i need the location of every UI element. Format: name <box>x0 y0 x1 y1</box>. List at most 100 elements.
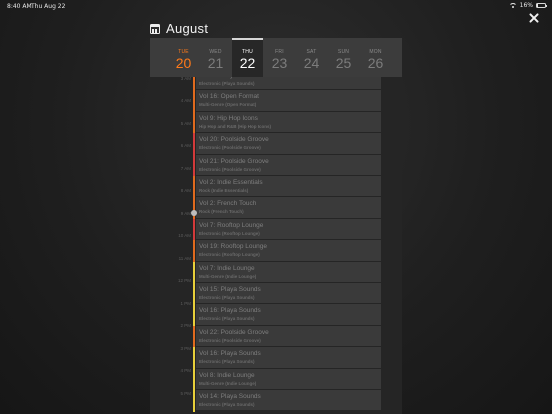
close-button[interactable] <box>528 12 540 24</box>
show-item[interactable]: Vol 16: Open Format Multi-Genre (Open For… <box>196 90 381 111</box>
show-title: Vol 8: Indie Lounge <box>199 371 255 379</box>
show-genre: Electronic (Playa Sounds) <box>199 316 255 322</box>
show-item[interactable]: Vol 7: Indie Lounge Multi-Genre (Indie Lo… <box>196 261 381 282</box>
battery-icon <box>536 3 547 8</box>
time-label: 2 PM <box>180 323 191 329</box>
show-item[interactable]: Vol 15: Playa Sounds Electronic (Playa So… <box>196 283 381 304</box>
status-date: Thu Aug 22 <box>31 3 66 10</box>
status-indicators: 16% <box>508 2 547 9</box>
show-item[interactable]: Vol 2: Indie Essentials Rock (Indie Essen… <box>196 176 381 197</box>
show-title: Vol 22: Poolside Groove <box>199 328 269 336</box>
timeline-segment <box>193 90 195 113</box>
timeline-segment <box>193 261 195 284</box>
show-title: Vol 9: Hip Hop Icons <box>199 114 258 122</box>
day-tab-fri[interactable]: FRI 23 <box>264 38 295 77</box>
timeline-segment <box>193 283 195 305</box>
show-genre: Multi-Genre (Indie Lounge) <box>199 273 257 279</box>
time-label: 5 PM <box>180 390 191 396</box>
time-label: 9 AM <box>180 210 191 216</box>
month-title: August <box>166 21 209 36</box>
timeline-segment <box>193 368 195 391</box>
calendar-icon <box>150 24 160 34</box>
show-title: Vol 20: Poolside Groove <box>199 136 269 144</box>
schedule-panel: TUE 20 WED 21 THU 22 FRI 23 SAT 24 SUN 25 MON 26 3 AM… <box>150 38 402 414</box>
show-title: Vol 16: Playa Sounds <box>199 307 261 315</box>
show-genre: Electronic (Playa Sounds) <box>199 81 255 86</box>
show-genre: Rock (Indie Essentials) <box>199 188 249 193</box>
show-item[interactable]: Vol 21: Poolside Groove Electronic (Pools… <box>196 154 381 175</box>
time-label: 12 PM <box>177 278 191 284</box>
show-genre: Hip Hop and R&B (Hip Hop Icons) <box>199 123 271 129</box>
time-label: 5 AM <box>180 120 191 126</box>
timeline-segment <box>193 154 195 177</box>
show-item[interactable]: Vol 2: French Touch Rock (French Touch) <box>196 197 381 218</box>
day-tab-thu[interactable]: THU 22 <box>232 38 263 77</box>
time-label: 10 AM <box>178 233 191 239</box>
show-title: Vol 2: Indie Essentials <box>199 179 263 186</box>
timeline-segment <box>193 240 195 263</box>
day-number: 23 <box>271 55 288 71</box>
show-title: Vol 7: Rooftop Lounge <box>199 221 264 229</box>
show-genre: Electronic (Poolside Groove) <box>199 337 261 343</box>
show-genre: Electronic (Playa Sounds) <box>199 402 255 407</box>
show-title: Vol 2: French Touch <box>199 200 257 208</box>
day-tab-wed[interactable]: WED 21 <box>200 38 231 77</box>
show-title: Vol 16: Open Format <box>199 93 259 101</box>
app-screen: 8:40 AM Thu Aug 22 16% August TUE 20 WED 21… <box>0 0 552 414</box>
wifi-icon <box>508 2 517 9</box>
day-number: 25 <box>335 55 352 71</box>
show-title: Vol 7: Indie Lounge <box>199 264 255 272</box>
show-genre: Electronic (Rooftop Lounge) <box>199 230 260 236</box>
timeline-segment <box>193 325 195 348</box>
show-item[interactable]: Vol 14: Playa Sounds Electronic (Playa So… <box>196 390 381 411</box>
show-genre: Multi-Genre (Open Format) <box>199 102 257 108</box>
timeline-segment <box>193 347 195 370</box>
time-label: 1 PM <box>180 300 191 306</box>
show-item[interactable]: Vol 22: Poolside Groove Electronic (Pools… <box>196 325 381 347</box>
show-title: Vol 19: Rooftop Lounge <box>199 243 267 251</box>
day-tab-sat[interactable]: SAT 24 <box>296 38 327 77</box>
status-bar: 8:40 AM Thu Aug 22 16% <box>0 0 552 12</box>
show-genre: Electronic (Playa Sounds) <box>199 359 255 365</box>
status-time: 8:40 AM <box>7 3 32 10</box>
timeline-segment <box>193 133 195 156</box>
battery-percent: 16% <box>519 2 533 9</box>
day-number: 26 <box>367 55 384 71</box>
timeline-segment <box>193 111 195 134</box>
show-item[interactable]: Vol 16: Playa Sounds Electronic (Playa So… <box>196 347 381 368</box>
show-genre: Electronic (Poolside Groove) <box>199 145 261 151</box>
timeline-segment <box>193 176 195 198</box>
timeline-segment <box>193 390 195 412</box>
timeline-segment <box>193 218 195 241</box>
show-genre: Multi-Genre (Indie Lounge) <box>199 380 257 386</box>
schedule-list[interactable]: 3 AM 4 AM 5 AM 6 AM 7 AM 8 AM 9 AM 10 AM 11 AM 12… <box>150 77 402 414</box>
show-title: Vol 21: Poolside Groove <box>199 157 269 165</box>
time-label: 4 PM <box>180 368 191 374</box>
show-item[interactable]: Vol 21: Playa Sounds Electronic (Playa So… <box>196 77 381 90</box>
show-item[interactable]: Vol 19: Rooftop Lounge Electronic (Roofto… <box>196 240 381 261</box>
show-item[interactable]: Vol 9: Hip Hop Icons Hip Hop and R&B (Hip… <box>196 111 381 133</box>
day-number: 21 <box>207 55 224 71</box>
time-label: 3 AM <box>180 77 191 81</box>
day-number: 24 <box>303 55 320 71</box>
show-genre: Electronic (Rooftop Lounge) <box>199 252 260 258</box>
day-tab-sun[interactable]: SUN 25 <box>328 38 359 77</box>
show-genre: Electronic (Poolside Groove) <box>199 166 261 172</box>
show-item[interactable]: Vol 7: Rooftop Lounge Electronic (Rooftop… <box>196 218 381 240</box>
time-label: 11 AM <box>178 255 191 261</box>
show-item[interactable]: Vol 8: Indie Lounge Multi-Genre (Indie Lo… <box>196 368 381 389</box>
time-label: 3 PM <box>180 345 191 351</box>
show-item[interactable]: Vol 16: Playa Sounds Electronic (Playa So… <box>196 304 381 325</box>
day-number: 22 <box>239 55 256 71</box>
day-tab-tue[interactable]: TUE 20 <box>168 38 199 77</box>
show-title: Vol 15: Playa Sounds <box>199 286 261 293</box>
battery-level <box>537 4 539 7</box>
show-title: Vol 14: Playa Sounds <box>199 393 261 400</box>
day-number: 20 <box>175 55 192 71</box>
timeline-segment <box>193 77 195 91</box>
time-label: 4 AM <box>180 98 191 104</box>
show-item[interactable]: Vol 20: Poolside Groove Electronic (Pools… <box>196 133 381 154</box>
time-label: 7 AM <box>180 165 191 171</box>
time-label: 6 AM <box>180 143 191 149</box>
day-tab-mon[interactable]: MON 26 <box>360 38 391 77</box>
